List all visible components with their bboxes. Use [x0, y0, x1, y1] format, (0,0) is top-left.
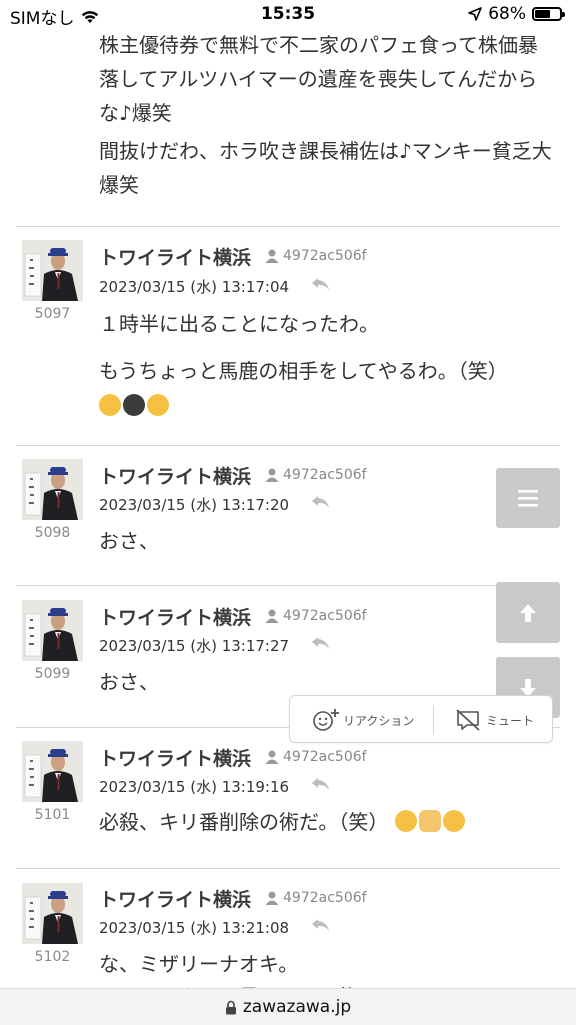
poster-id: 4972ac506f — [264, 749, 367, 765]
clapping-hands-emoji-icon — [418, 810, 441, 832]
battery-icon — [532, 7, 565, 21]
reaction-button[interactable]: リアクション — [312, 696, 414, 744]
post-line: な、ミザリーナオキ。 — [99, 952, 299, 976]
post-date: 2023/03/15 (水) 13:21:08 — [99, 919, 290, 937]
lock-icon — [225, 1000, 236, 1014]
post-line: おさ、 — [99, 529, 159, 553]
poster-name[interactable]: トワイライト横浜 — [99, 885, 251, 912]
user-icon — [265, 249, 279, 263]
menu-icon — [518, 490, 538, 507]
scroll-up-button[interactable] — [496, 582, 560, 643]
poster-name[interactable]: トワイライト横浜 — [99, 744, 251, 771]
post-line: １時半に出ることになったわ。 — [99, 312, 379, 336]
post-divider — [16, 585, 560, 586]
post-body: おさ、 — [99, 525, 554, 558]
status-bar: SIMなし 15:35 68% — [0, 0, 576, 30]
post-number[interactable]: 5102 — [22, 949, 83, 965]
user-icon — [265, 750, 279, 764]
avatar[interactable] — [22, 600, 83, 661]
poster-id-text: 4972ac506f — [283, 890, 367, 906]
battery-percent: 68% — [488, 4, 526, 24]
poster-id: 4972ac506f — [264, 890, 367, 906]
grinning-squinting-emoji-icon — [147, 394, 169, 416]
menu-button[interactable] — [496, 468, 560, 528]
gorilla-emoji-icon — [123, 394, 145, 416]
reply-icon[interactable] — [311, 276, 331, 292]
post-line: 必殺、キリ番削除の術だ。（笑） — [99, 810, 389, 834]
post-divider — [16, 445, 560, 446]
location-arrow-icon — [468, 7, 483, 21]
poster-id-text: 4972ac506f — [283, 749, 367, 765]
reply-icon[interactable] — [311, 917, 331, 933]
post-number[interactable]: 5101 — [22, 807, 83, 823]
browser-url-bar[interactable]: zawazawa.jp — [0, 988, 576, 1025]
popup-separator — [433, 705, 434, 735]
poster-id-text: 4972ac506f — [283, 467, 367, 483]
post-number[interactable]: 5098 — [22, 525, 83, 541]
post-divider — [16, 226, 560, 227]
post-body-text: 株主優待券で無料で不二家のパフェ食って株価暴落してアルツハイマーの遺産を喪失して… — [99, 33, 538, 125]
user-icon — [265, 609, 279, 623]
post-number[interactable]: 5097 — [22, 306, 83, 322]
emoji-row — [99, 390, 554, 423]
avatar[interactable] — [22, 883, 83, 944]
post-line: もうちょっと馬鹿の相手をしてやるわ。（笑） — [99, 359, 508, 383]
avatar[interactable] — [22, 741, 83, 802]
poster-name[interactable]: トワイライト横浜 — [99, 243, 251, 270]
post-divider — [16, 868, 560, 869]
arrow-up-icon — [520, 603, 536, 622]
battery-level — [535, 10, 550, 18]
add-reaction-icon — [313, 709, 339, 731]
reaction-popup: リアクション ミュート — [289, 695, 553, 743]
avatar[interactable] — [22, 459, 83, 520]
poster-name[interactable]: トワイライト横浜 — [99, 603, 251, 630]
post-number[interactable]: 5099 — [22, 666, 83, 682]
avatar[interactable] — [22, 240, 83, 301]
mute-label: ミュート — [486, 713, 535, 728]
post-body-text: 間抜けだわ、ホラ吹き課長補佐は♪マンキー貧乏大爆笑 — [99, 139, 552, 197]
hand-over-mouth-emoji-icon — [99, 394, 121, 416]
user-icon — [265, 891, 279, 905]
poster-id: 4972ac506f — [264, 467, 367, 483]
post-date: 2023/03/15 (水) 13:17:04 — [99, 278, 290, 296]
poster-id: 4972ac506f — [264, 248, 367, 264]
mute-button[interactable]: ミュート — [455, 696, 534, 744]
battery-info: 68% — [468, 4, 565, 24]
hand-over-mouth-emoji-icon — [394, 810, 417, 832]
reply-icon[interactable] — [311, 776, 331, 792]
poster-id-text: 4972ac506f — [283, 248, 367, 264]
poster-id-text: 4972ac506f — [283, 608, 367, 624]
url-text: zawazawa.jp — [242, 997, 352, 1017]
post-date: 2023/03/15 (水) 13:17:27 — [99, 637, 290, 655]
post-body: １時半に出ることになったわ。 もうちょっと馬鹿の相手をしてやるわ。（笑） — [99, 308, 554, 423]
reaction-label: リアクション — [343, 713, 415, 728]
grinning-squinting-emoji-icon — [442, 810, 465, 832]
reply-icon[interactable] — [311, 494, 331, 510]
post-body: 必殺、キリ番削除の術だ。（笑） — [99, 806, 554, 839]
reply-icon[interactable] — [311, 635, 331, 651]
post-date: 2023/03/15 (水) 13:19:16 — [99, 778, 290, 796]
poster-name[interactable]: トワイライト横浜 — [99, 462, 251, 489]
poster-id: 4972ac506f — [264, 608, 367, 624]
post-date: 2023/03/15 (水) 13:17:20 — [99, 496, 290, 514]
user-icon — [265, 468, 279, 482]
mute-icon — [456, 709, 480, 731]
